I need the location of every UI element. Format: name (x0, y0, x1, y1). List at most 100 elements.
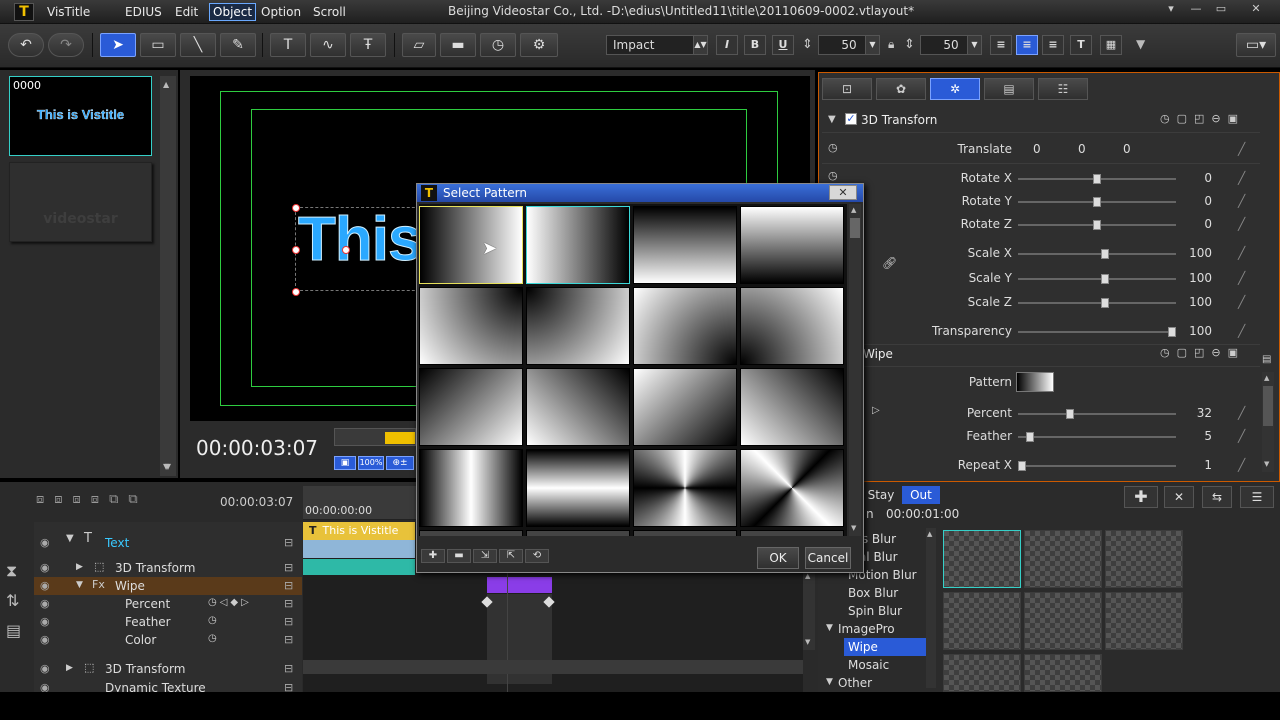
prop-value[interactable]: 0 (1172, 171, 1212, 185)
slider-knob[interactable] (1093, 220, 1101, 230)
refresh-pattern-icon[interactable]: ⟲ (525, 549, 549, 563)
edit-curve-icon[interactable]: ╱ (1238, 429, 1254, 445)
resize-handle[interactable] (292, 204, 300, 212)
collapse-icon[interactable]: ▼ (826, 677, 833, 687)
expand-icon[interactable]: ▶ (76, 562, 83, 572)
dialog-title-bar[interactable]: T Select Pattern ✕ (417, 184, 863, 202)
prop-slider[interactable] (1018, 327, 1176, 337)
pattern-swatch-option[interactable] (419, 449, 523, 527)
collapse-icon[interactable]: ▼ (826, 623, 833, 633)
layout-thumbnail[interactable]: videostar (9, 162, 152, 242)
scroll-down-icon[interactable]: ▼ (851, 524, 856, 532)
wipe-prop-value[interactable]: 1 (1172, 458, 1212, 472)
undo-icon[interactable]: ↶ (8, 33, 44, 57)
keyframe-icon[interactable]: ◷ (828, 141, 838, 154)
eye-icon[interactable]: ◉ (40, 595, 50, 613)
prop-slider[interactable] (1018, 249, 1176, 259)
transform-clip[interactable] (303, 559, 415, 575)
pen-tool-icon[interactable]: ✎ (220, 33, 256, 57)
menu-object[interactable]: Object (209, 3, 257, 21)
prop-slider[interactable] (1018, 220, 1176, 230)
effect-list-item[interactable]: ImagePro (834, 620, 914, 638)
effect-preset-thumb[interactable] (1105, 592, 1183, 650)
track-row[interactable]: ◉ 3D Transform ⊟ (34, 559, 302, 577)
translate-x[interactable]: 0 (1033, 142, 1041, 156)
italic-button[interactable]: I (716, 35, 738, 55)
edit-curve-icon[interactable]: ╱ (1238, 324, 1254, 340)
slider-knob[interactable] (1093, 197, 1101, 207)
text-tool-icon[interactable]: T (270, 33, 306, 57)
prop-slider[interactable] (1018, 274, 1176, 284)
wipe-clip[interactable] (487, 577, 552, 593)
track-row[interactable]: ◉ Feather ⊟ (34, 613, 302, 631)
layout-thumbnail-selected[interactable]: 0000 This is Vistitle (9, 76, 152, 156)
keyframe-nav[interactable]: ◷◁◆▷ (208, 597, 252, 608)
scroll-up-icon[interactable]: ▲ (927, 530, 932, 538)
prop-slider[interactable] (1018, 197, 1176, 207)
track-lock-icon[interactable]: ⊟ (284, 559, 293, 577)
eye-icon[interactable]: ◉ (40, 660, 50, 678)
track-row[interactable]: ◉ Color ⊟ (34, 631, 302, 649)
pattern-swatch-option[interactable] (633, 206, 737, 284)
wipe-prop-slider[interactable] (1018, 409, 1176, 419)
eye-icon[interactable]: ◉ (40, 534, 50, 552)
effect-list-item[interactable]: Other (834, 674, 914, 692)
pattern-swatch-option[interactable] (633, 449, 737, 527)
eye-icon[interactable]: ◉ (40, 559, 50, 577)
prop-slider[interactable] (1018, 298, 1176, 308)
effect-list-item[interactable]: Mosaic (844, 656, 924, 674)
effect-list-item[interactable]: Box Blur (844, 584, 924, 602)
wipe-prop-slider[interactable] (1018, 461, 1176, 471)
effect-preset-thumb[interactable] (1024, 592, 1102, 650)
plugin-icon[interactable]: ⚙ (520, 33, 558, 57)
pattern-swatch-option[interactable] (419, 206, 523, 284)
track-lock-icon[interactable]: ⊟ (284, 595, 293, 613)
effect-duration[interactable]: 00:00:01:00 (886, 507, 959, 521)
effect-list-item[interactable]: Wipe (844, 638, 934, 656)
properties-scrollbar[interactable]: ▲ ▼ (1262, 372, 1274, 472)
slider-knob[interactable] (1101, 274, 1109, 284)
rotate-handle[interactable] (342, 246, 350, 254)
track-row[interactable]: ◉ 3D Transform ⊟ (34, 660, 302, 678)
scroll-thumb[interactable] (1263, 386, 1273, 426)
resize-handle[interactable] (292, 288, 300, 296)
export-pattern-icon[interactable]: ⇱ (499, 549, 523, 563)
edit-curve-icon[interactable]: ╱ (1238, 246, 1254, 262)
preview-scrollbar[interactable]: ▼ (160, 462, 176, 476)
text-clip-lower[interactable] (303, 540, 415, 558)
translate-y[interactable]: 0 (1078, 142, 1086, 156)
lock-icon[interactable]: 🔒︎ (888, 37, 894, 52)
panel-expand-icon[interactable]: ▤ (1262, 354, 1271, 365)
pattern-swatch-option[interactable] (526, 206, 630, 284)
grid-icon[interactable]: ▦ (1100, 35, 1122, 55)
add-pattern-icon[interactable]: ✚ (421, 549, 445, 563)
layout-list-scrollbar[interactable]: ▲ ▼ (160, 76, 176, 476)
tab-text[interactable]: ▤ (984, 78, 1034, 100)
pattern-swatch-option[interactable] (526, 530, 630, 536)
font-size-select[interactable]: 50 ▼ (818, 35, 880, 55)
scroll-up-icon[interactable]: ▲ (1264, 374, 1269, 382)
keyframe-icon[interactable]: ◷ (208, 615, 217, 626)
effect-preset-thumb[interactable] (1024, 530, 1102, 588)
scroll-down-icon[interactable]: ▼ (805, 638, 810, 646)
pattern-swatch-option[interactable] (740, 530, 844, 536)
ok-button[interactable]: OK (757, 547, 799, 569)
pattern-swatch-option[interactable] (633, 530, 737, 536)
remove-effect-button[interactable]: ✕ (1164, 486, 1194, 508)
pattern-swatch-option[interactable] (526, 287, 630, 365)
slider-knob[interactable] (1066, 409, 1074, 419)
scroll-up-icon[interactable]: ▲ (805, 572, 810, 580)
edit-curve-icon[interactable]: ╱ (1238, 295, 1254, 311)
canvas-text[interactable]: This (297, 204, 422, 275)
path-text-icon[interactable]: ∿ (310, 33, 346, 57)
font-select[interactable]: Impact ▲▼ (606, 35, 708, 55)
edit-curve-icon[interactable]: ╱ (1238, 458, 1254, 474)
minimize-icon[interactable]: — (1185, 2, 1207, 16)
pattern-swatch-option[interactable] (633, 368, 737, 446)
add-effect-button[interactable]: ✚ (1124, 486, 1158, 508)
edit-curve-icon[interactable]: ╱ (1238, 194, 1254, 210)
eye-icon[interactable]: ◉ (40, 631, 50, 649)
section-enable-checkbox[interactable]: ✓ (845, 113, 857, 125)
tab-palette[interactable]: ✿ (876, 78, 926, 100)
edit-curve-icon[interactable]: ╱ (1238, 217, 1254, 233)
